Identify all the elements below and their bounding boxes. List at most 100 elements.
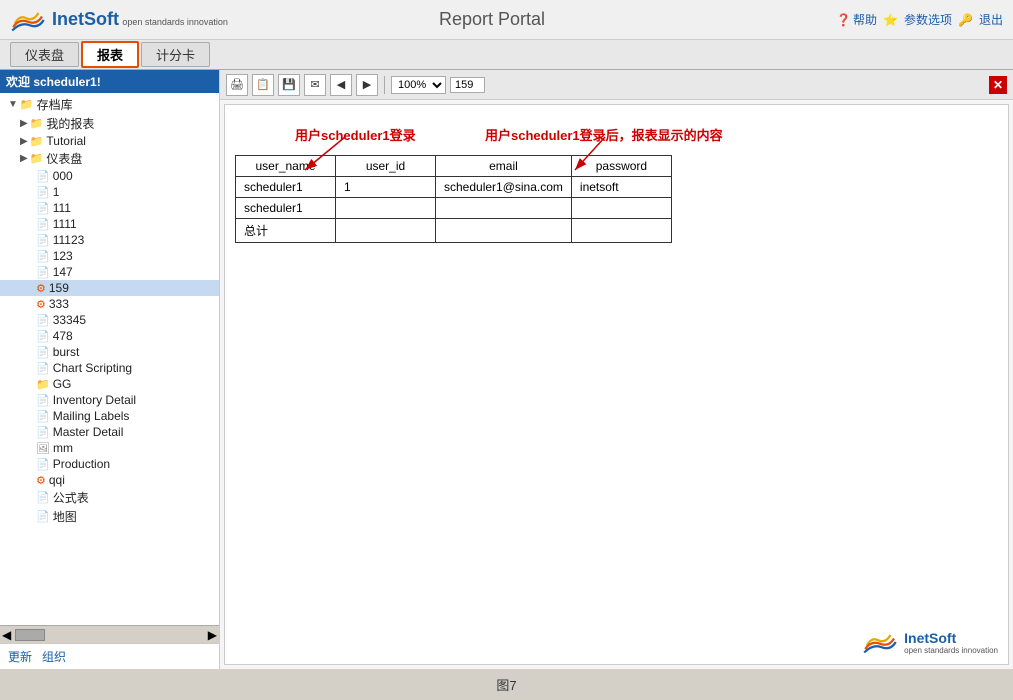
main-layout: 欢迎 scheduler1! ▼ 📁 存档库 ▶ 📁 我的报表 ▶ 📁 T [0, 70, 1013, 669]
file-icon-formula: 📄 [36, 491, 50, 504]
sidebar-item-1[interactable]: 📄 1 [0, 184, 219, 200]
sidebar-item-my-reports[interactable]: ▶ 📁 我的报表 [0, 114, 219, 133]
item-formula-label: 公式表 [53, 489, 89, 506]
sidebar-item-mailing-labels[interactable]: 📄 Mailing Labels [0, 408, 219, 424]
logo-text: InetSoft open standards innovation [52, 9, 228, 30]
sidebar-item-tutorial[interactable]: ▶ 📁 Tutorial [0, 133, 219, 149]
file-icon-333: ⚙ [36, 298, 46, 311]
sidebar-item-33345[interactable]: 📄 33345 [0, 312, 219, 328]
sidebar-item-111[interactable]: 📄 111 [0, 200, 219, 216]
sidebar-item-qqi[interactable]: ⚙ qqi [0, 472, 219, 488]
file-icon-159: ⚙ [36, 282, 46, 295]
folder-icon: 📁 [20, 98, 34, 111]
expand-tutorial[interactable]: ▶ [20, 136, 28, 147]
col-header-username: user_name [236, 156, 336, 177]
file-icon-qqi: ⚙ [36, 474, 46, 487]
scroll-left[interactable]: ◀ [2, 628, 11, 642]
sidebar-item-map[interactable]: 📄 地图 [0, 507, 219, 526]
pdf-button[interactable]: 📋 [252, 74, 274, 96]
sidebar-item-formula-table[interactable]: 📄 公式表 [0, 488, 219, 507]
header-right: ❓ 帮助 ⭐ 参数选项 🔑 退出 [836, 11, 1003, 28]
tab-scorecard[interactable]: 计分卡 [141, 42, 210, 67]
file-icon-master: 📄 [36, 426, 50, 439]
file-icon-inventory: 📄 [36, 394, 50, 407]
file-icon-gg: 📁 [36, 378, 50, 391]
refresh-link[interactable]: 更新 [8, 648, 32, 665]
item-478-label: 478 [53, 329, 73, 343]
sidebar-item-mm[interactable]: 🖼 mm [0, 440, 219, 456]
report-table: user_name user_id email password schedul… [235, 155, 672, 243]
item-master-label: Master Detail [53, 425, 124, 439]
item-mm-label: mm [53, 441, 73, 455]
scroll-right[interactable]: ▶ [208, 628, 217, 642]
zoom-select[interactable]: 100% 75% 125% 150% [391, 76, 446, 94]
file-icon-mm: 🖼 [36, 442, 50, 455]
print-button[interactable]: 🖨 [226, 74, 248, 96]
item-inventory-label: Inventory Detail [53, 393, 136, 407]
header: InetSoft open standards innovation Repor… [0, 0, 1013, 40]
footer-caption: 图7 [496, 678, 516, 693]
content-toolbar: 🖨 📋 💾 ✉ ◀ ▶ 100% 75% 125% 150% 100% ✕ [220, 70, 1013, 100]
sidebar-item-inventory-detail[interactable]: 📄 Inventory Detail [0, 392, 219, 408]
logo-sub: open standards innovation [122, 17, 228, 27]
expand-my-reports[interactable]: ▶ [20, 118, 28, 129]
file-icon-chart: 📄 [36, 362, 50, 375]
sidebar-item-gg[interactable]: 📁 GG [0, 376, 219, 392]
table-row: scheduler1 1 scheduler1@sina.com inetsof… [236, 177, 672, 198]
sidebar-item-burst[interactable]: 📄 burst [0, 344, 219, 360]
sidebar-item-1111[interactable]: 📄 1111 [0, 216, 219, 232]
next-button[interactable]: ▶ [356, 74, 378, 96]
expand-repo[interactable]: ▼ [8, 99, 18, 110]
save-button[interactable]: 💾 [278, 74, 300, 96]
logout-link[interactable]: 退出 [979, 11, 1003, 28]
bottom-logo-icon [862, 628, 898, 656]
sidebar: 欢迎 scheduler1! ▼ 📁 存档库 ▶ 📁 我的报表 ▶ 📁 T [0, 70, 220, 669]
close-button[interactable]: ✕ [989, 76, 1007, 94]
organize-link[interactable]: 组织 [42, 648, 66, 665]
item-111-label: 111 [53, 201, 71, 215]
bottom-logo-name: InetSoft [904, 630, 998, 646]
sidebar-item-478[interactable]: 📄 478 [0, 328, 219, 344]
file-icon-1: 📄 [36, 186, 50, 199]
file-icon-burst: 📄 [36, 346, 50, 359]
table-row: 总计 [236, 219, 672, 243]
sidebar-item-123[interactable]: 📄 123 [0, 248, 219, 264]
file-icon-111: 📄 [36, 202, 50, 215]
item-production-label: Production [53, 457, 110, 471]
folder-icon-dash: 📁 [30, 152, 44, 165]
sidebar-item-repo[interactable]: ▼ 📁 存档库 [0, 95, 219, 114]
file-icon-147: 📄 [36, 266, 50, 279]
file-icon-mailing: 📄 [36, 410, 50, 423]
sidebar-item-dashboards[interactable]: ▶ 📁 仪表盘 [0, 149, 219, 168]
tab-report[interactable]: 报表 [81, 41, 139, 68]
sidebar-item-11123[interactable]: 📄 11123 [0, 232, 219, 248]
cell-userid-1: 1 [336, 177, 436, 198]
logo-icon [10, 6, 46, 34]
sidebar-scrollbar[interactable]: ◀ ▶ [0, 625, 219, 643]
sidebar-item-master-detail[interactable]: 📄 Master Detail [0, 424, 219, 440]
prev-button[interactable]: ◀ [330, 74, 352, 96]
sidebar-item-159[interactable]: ⚙ 159 [0, 280, 219, 296]
login-annotation-text: 用户scheduler1登录 [295, 128, 416, 143]
file-icon-1111: 📄 [36, 218, 50, 231]
expand-dashboards[interactable]: ▶ [20, 153, 28, 164]
sidebar-item-chart-scripting[interactable]: 📄 Chart Scripting [0, 360, 219, 376]
sidebar-item-000[interactable]: 📄 000 [0, 168, 219, 184]
sidebar-item-production[interactable]: 📄 Production [0, 456, 219, 472]
content-annotation: 用户scheduler1登录后，报表显示的内容 [485, 125, 723, 144]
page-input[interactable] [450, 77, 485, 93]
item-burst-label: burst [53, 345, 80, 359]
table-row: scheduler1 [236, 198, 672, 219]
favorites-link[interactable]: 参数选项 [904, 11, 952, 28]
sidebar-item-333[interactable]: ⚙ 333 [0, 296, 219, 312]
login-annotation: 用户scheduler1登录 [295, 125, 416, 144]
repo-label: 存档库 [37, 96, 73, 113]
sidebar-tree[interactable]: ▼ 📁 存档库 ▶ 📁 我的报表 ▶ 📁 Tutorial ▶ [0, 93, 219, 625]
item-1-label: 1 [53, 185, 60, 199]
sidebar-item-147[interactable]: 📄 147 [0, 264, 219, 280]
scroll-thumb[interactable] [15, 629, 45, 641]
email-button[interactable]: ✉ [304, 74, 326, 96]
cell-username-1: scheduler1 [236, 177, 336, 198]
help-link[interactable]: 帮助 [853, 11, 877, 28]
tab-dashboard[interactable]: 仪表盘 [10, 42, 79, 67]
